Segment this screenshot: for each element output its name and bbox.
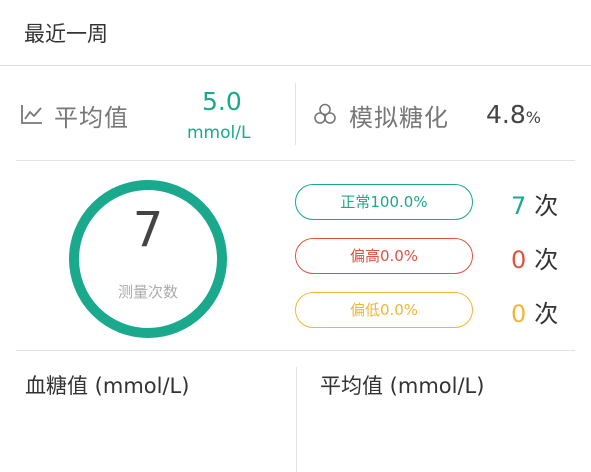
low-count-unit: 次 bbox=[534, 300, 559, 328]
page-title: 最近一周 bbox=[24, 22, 108, 46]
high-badge: 偏高0.0% bbox=[295, 238, 473, 274]
average-value-title: 平均值 (mmol/L) bbox=[320, 374, 485, 398]
header: 最近一周 bbox=[0, 0, 591, 66]
low-badge: 偏低0.0% bbox=[295, 292, 473, 328]
circles-icon bbox=[314, 103, 336, 124]
high-count-value: 0 bbox=[511, 246, 527, 274]
normal-count-value: 7 bbox=[511, 192, 527, 220]
line-chart-icon bbox=[21, 105, 42, 124]
glucose-value-title: 血糖值 (mmol/L) bbox=[25, 374, 190, 398]
hba1c-value: 4.8% bbox=[486, 100, 541, 129]
high-count-unit: 次 bbox=[534, 246, 559, 274]
normal-count-unit: 次 bbox=[534, 192, 559, 220]
average-unit: mmol/L bbox=[187, 123, 251, 143]
measurement-count-label: 测量次数 bbox=[117, 283, 178, 301]
hba1c-label: 模拟糖化 bbox=[349, 104, 449, 132]
average-stat: 平均值 5.0 mmol/L bbox=[16, 66, 294, 160]
stats-divider bbox=[295, 83, 296, 145]
average-label: 平均值 bbox=[54, 104, 129, 132]
measurement-count: 7 bbox=[132, 202, 164, 258]
average-value: 5.0 bbox=[202, 87, 242, 116]
low-count: 0次 bbox=[511, 294, 558, 329]
hba1c-stat: 模拟糖化 4.8% bbox=[297, 66, 575, 160]
stats-row: 平均值 5.0 mmol/L 模拟糖化 4.8% bbox=[16, 66, 575, 161]
high-count: 0次 bbox=[511, 240, 558, 275]
normal-badge: 正常100.0% bbox=[295, 184, 473, 220]
low-count-value: 0 bbox=[511, 300, 527, 328]
normal-count: 7次 bbox=[511, 186, 558, 221]
bottom-divider bbox=[296, 367, 297, 472]
hba1c-number: 4.8 bbox=[486, 100, 526, 129]
measurement-summary: 7 测量次数 正常100.0% 7次 偏高0.0% 0次 偏低0.0% 0次 bbox=[16, 161, 575, 351]
hba1c-unit: % bbox=[525, 108, 541, 127]
